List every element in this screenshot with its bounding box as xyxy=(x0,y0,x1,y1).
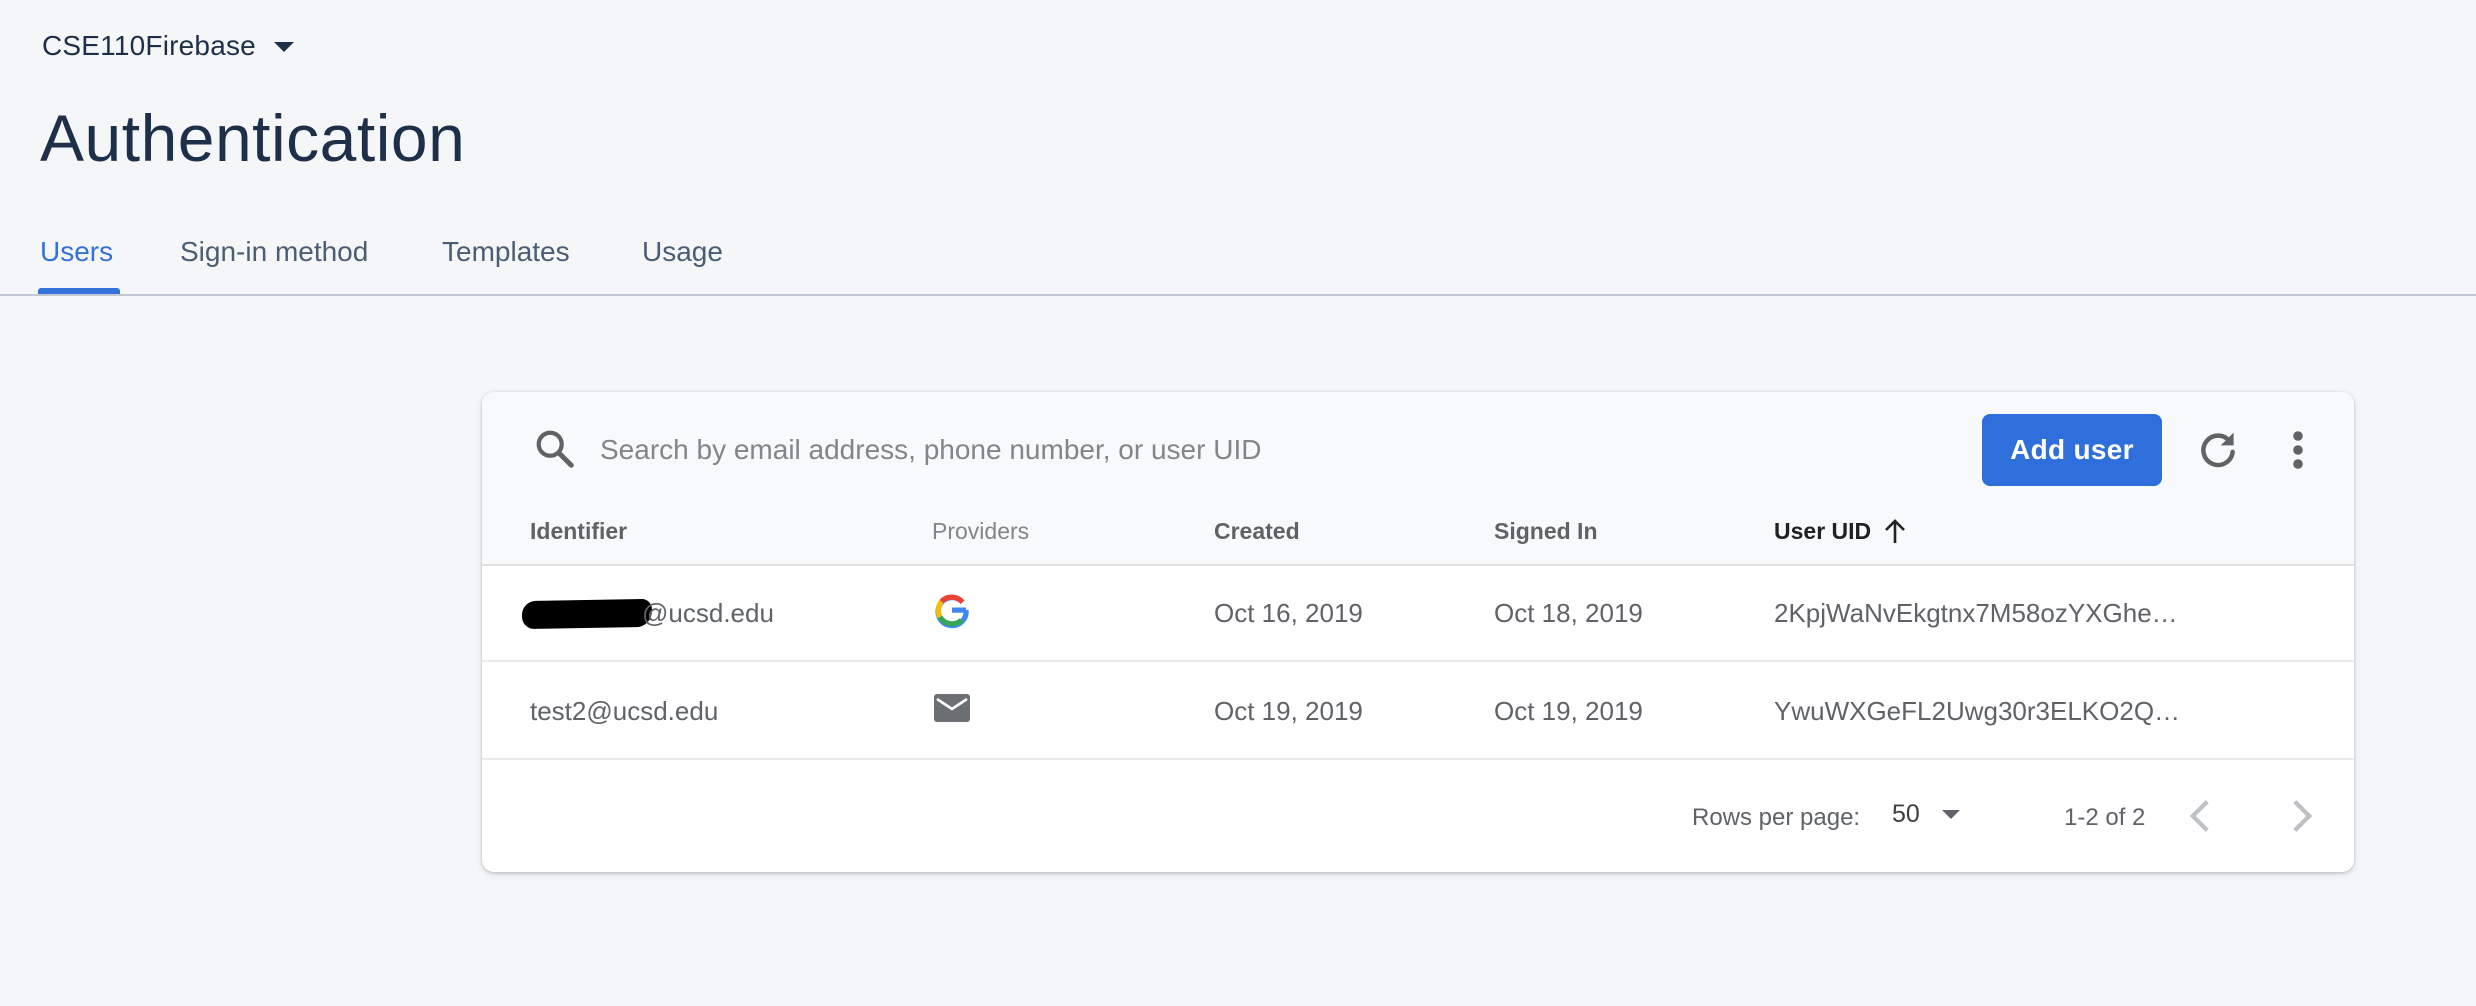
refresh-icon[interactable] xyxy=(2196,428,2240,472)
cell-signed-in: Oct 18, 2019 xyxy=(1494,598,1643,628)
table-row[interactable]: test2@ucsd.edu Oct 19, 2019 Oct 19, 2019… xyxy=(482,664,2354,760)
active-tab-indicator xyxy=(38,288,120,294)
cell-created: Oct 16, 2019 xyxy=(1214,598,1363,628)
table-row[interactable]: @ucsd.edu Oct 16, 2019 Oct 18, 2019 2Kpj… xyxy=(482,566,2354,662)
cell-signed-in: Oct 19, 2019 xyxy=(1494,696,1643,726)
tab-sign-in-method[interactable]: Sign-in method xyxy=(180,236,368,292)
google-icon xyxy=(935,594,969,629)
pagination-bar: Rows per page: 50 1-2 of 2 xyxy=(482,762,2354,872)
cell-user-uid: YwuWXGeFL2Uwg30r3ELKO2QeJ… xyxy=(1774,696,2184,726)
cell-created: Oct 19, 2019 xyxy=(1214,696,1363,726)
more-vert-icon[interactable] xyxy=(2292,430,2304,470)
tab-bar: Users Sign-in method Templates Usage xyxy=(0,222,2476,296)
rows-per-page-select[interactable]: 50 xyxy=(1892,800,1960,829)
tab-templates[interactable]: Templates xyxy=(442,236,570,292)
chevron-down-icon xyxy=(273,42,294,52)
column-header-user-uid[interactable]: User UID xyxy=(1774,518,1907,545)
column-header-user-uid-label: User UID xyxy=(1774,518,1872,544)
rows-per-page-label: Rows per page: xyxy=(1692,804,1861,831)
rows-per-page-value: 50 xyxy=(1892,800,1920,828)
column-header-created[interactable]: Created xyxy=(1214,518,1300,545)
redaction-mark xyxy=(521,598,653,630)
cell-identifier: @ucsd.edu xyxy=(642,598,774,628)
add-user-button[interactable]: Add user xyxy=(1982,414,2162,486)
search-input[interactable] xyxy=(600,422,1800,478)
chevron-left-icon[interactable] xyxy=(2186,798,2214,834)
project-name: CSE110Firebase xyxy=(42,30,256,61)
project-switcher[interactable]: CSE110Firebase xyxy=(42,30,294,62)
page-range: 1-2 of 2 xyxy=(2064,804,2146,831)
arrow-up-icon xyxy=(1885,518,1906,543)
search-icon xyxy=(536,430,574,468)
tab-users[interactable]: Users xyxy=(40,236,113,292)
email-icon xyxy=(934,694,970,722)
table-toolbar: Add user Identifier Providers Created Si… xyxy=(482,392,2354,566)
cell-identifier: test2@ucsd.edu xyxy=(530,696,719,726)
column-header-providers: Providers xyxy=(932,518,1030,544)
column-header-identifier[interactable]: Identifier xyxy=(530,518,627,545)
chevron-right-icon[interactable] xyxy=(2288,798,2316,834)
chevron-down-icon xyxy=(1941,810,1960,819)
page-title: Authentication xyxy=(40,101,466,175)
tab-usage[interactable]: Usage xyxy=(642,236,723,292)
cell-user-uid: 2KpjWaNvEkgtnx7M58ozYXGhe5y2 xyxy=(1774,598,2184,628)
users-table-card: Add user Identifier Providers Created Si… xyxy=(482,392,2354,872)
column-header-signed-in[interactable]: Signed In xyxy=(1494,518,1598,545)
